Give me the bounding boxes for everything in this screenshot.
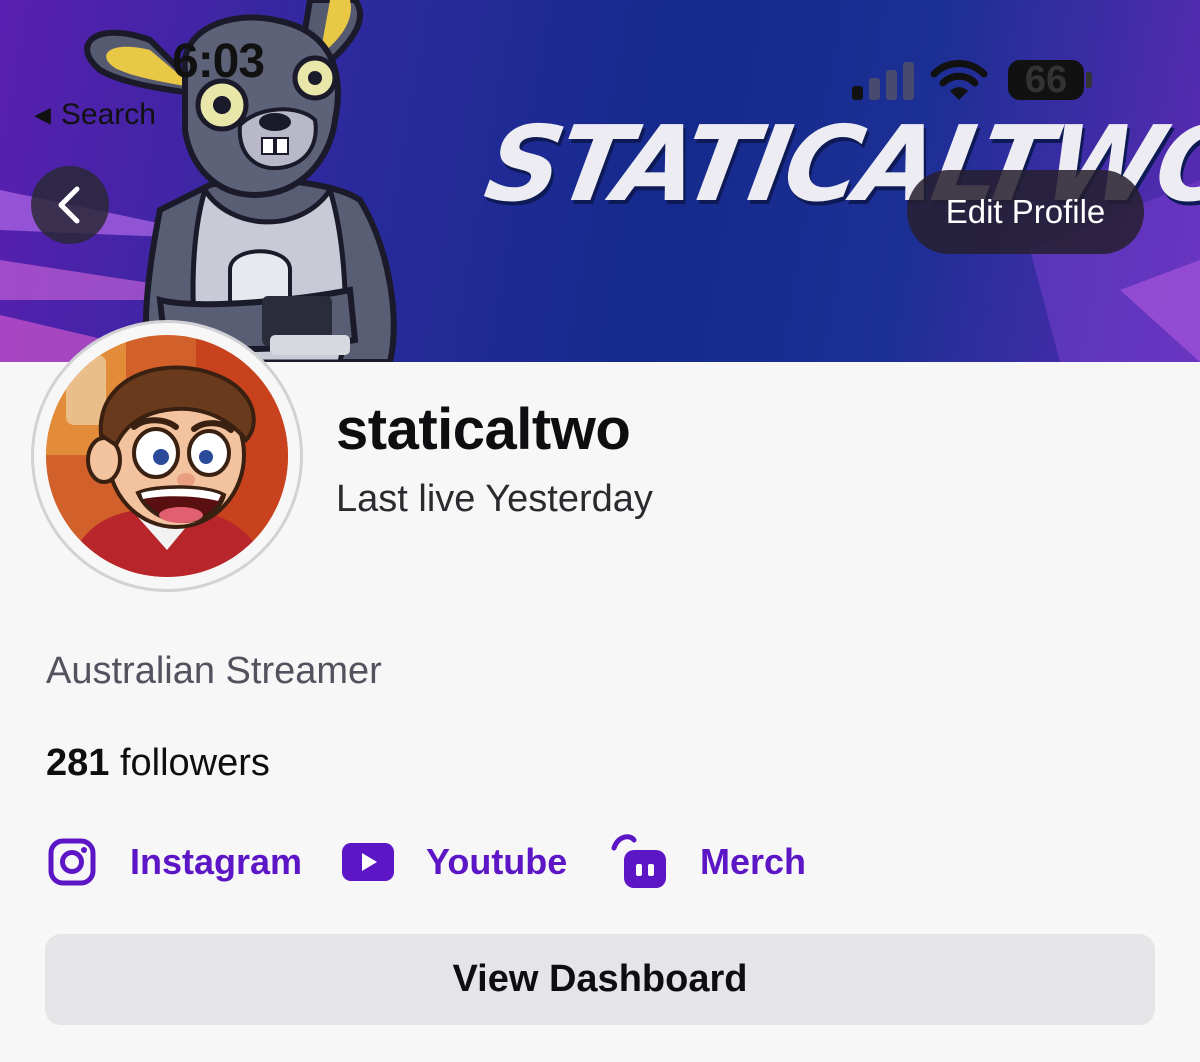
- youtube-link-label: Youtube: [426, 841, 568, 882]
- avatar-illustration: [46, 335, 288, 577]
- username: staticaltwo: [336, 397, 631, 462]
- merch-link-label: Merch: [700, 841, 807, 882]
- cellular-signal-icon: [852, 62, 914, 100]
- battery-tip: [1086, 72, 1092, 88]
- bio-text: Australian Streamer: [46, 650, 382, 692]
- follower-count-label: followers: [119, 742, 270, 784]
- back-triangle-icon: ◀: [34, 102, 51, 127]
- instagram-link-label: Instagram: [130, 841, 303, 882]
- status-time: 6:03: [172, 35, 265, 88]
- avatar[interactable]: [31, 320, 303, 592]
- chevron-left-icon: [58, 186, 80, 224]
- battery-indicator: 66: [1008, 60, 1084, 100]
- merch-icon: [611, 834, 666, 888]
- view-dashboard-button[interactable]: View Dashboard: [45, 934, 1155, 1025]
- wifi-icon: [930, 60, 988, 100]
- back-to-search-link[interactable]: ◀ Search: [34, 98, 156, 132]
- merch-link[interactable]: Merch: [610, 832, 806, 892]
- back-button[interactable]: [31, 166, 109, 244]
- follower-count: 281 followers: [46, 742, 270, 785]
- instagram-icon: [48, 838, 96, 886]
- youtube-icon: [342, 843, 394, 881]
- last-live-status: Last live Yesterday: [336, 478, 653, 520]
- edit-profile-button[interactable]: Edit Profile: [907, 170, 1144, 254]
- instagram-link[interactable]: Instagram: [48, 832, 302, 892]
- back-to-search-label: Search: [60, 98, 156, 131]
- follower-count-number: 281: [46, 742, 110, 784]
- youtube-link[interactable]: Youtube: [342, 832, 567, 892]
